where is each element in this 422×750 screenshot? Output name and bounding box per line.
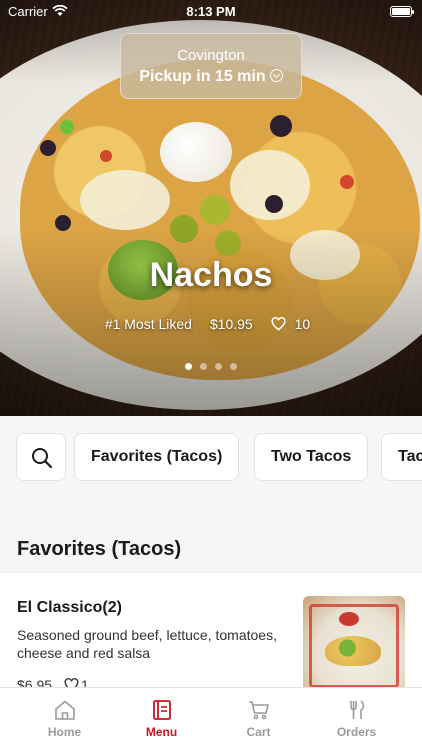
status-bar: Carrier 8:13 PM — [0, 0, 422, 22]
clock-time: 8:13 PM — [186, 4, 236, 19]
featured-item-title: Nachos — [149, 256, 273, 294]
tab-home-label: Home — [47, 725, 82, 739]
section-title: Favorites (Tacos) — [17, 538, 182, 560]
category-bar: Favorites (Tacos) Two Tacos Tacos — [0, 416, 422, 500]
menu-icon — [152, 700, 171, 720]
search-icon — [32, 448, 53, 469]
pager-dot[interactable] — [215, 363, 222, 370]
tab-orders-label: Orders — [336, 725, 377, 739]
pickup-time-label: Pickup in 15 min — [139, 68, 266, 85]
pager-dot[interactable] — [200, 363, 207, 370]
chevron-down-icon — [269, 69, 283, 82]
location-selector[interactable]: Covington Pickup in 15 min — [120, 33, 302, 99]
search-button[interactable] — [16, 433, 66, 481]
tab-menu-label: Menu — [145, 725, 178, 739]
pager-dot[interactable] — [230, 363, 237, 370]
taco-image — [325, 636, 381, 666]
tab-bar: Home Menu Cart Orders — [0, 687, 422, 750]
category-chip-favorites-tacos[interactable]: Favorites (Tacos) — [74, 433, 240, 481]
home-icon — [54, 700, 75, 720]
cart-icon — [248, 701, 269, 720]
tab-menu[interactable]: Menu — [113, 688, 210, 750]
battery-icon — [390, 6, 414, 17]
tab-orders[interactable]: Orders — [308, 688, 405, 750]
item-name: El Classico(2) — [17, 599, 122, 616]
pager-dot[interactable] — [185, 363, 192, 370]
tab-home[interactable]: Home — [16, 688, 113, 750]
hero-banner[interactable]: Carrier 8:13 PM Covington Pickup in 15 m… — [0, 0, 422, 416]
featured-likes-count: 10 — [294, 316, 311, 332]
featured-likes: 10 — [271, 316, 318, 332]
item-description: Seasoned ground beef, lettuce, tomatoes,… — [17, 627, 277, 661]
tab-cart[interactable]: Cart — [210, 688, 307, 750]
item-thumbnail[interactable] — [303, 596, 405, 696]
heart-icon — [271, 317, 286, 331]
salsa-cup-image — [339, 612, 359, 626]
location-city: Covington — [177, 47, 245, 64]
pickup-time: Pickup in 15 min — [139, 68, 283, 86]
featured-price: $10.95 — [209, 316, 253, 332]
category-chip-two-tacos[interactable]: Two Tacos — [254, 433, 369, 481]
tab-cart-label: Cart — [246, 725, 271, 739]
category-chip-tacos[interactable]: Tacos — [381, 433, 422, 481]
utensils-icon — [349, 700, 364, 719]
carousel-pager[interactable] — [0, 357, 422, 375]
featured-rank: #1 Most Liked — [104, 316, 192, 332]
featured-item-meta: #1 Most Liked $10.95 10 — [0, 316, 422, 332]
